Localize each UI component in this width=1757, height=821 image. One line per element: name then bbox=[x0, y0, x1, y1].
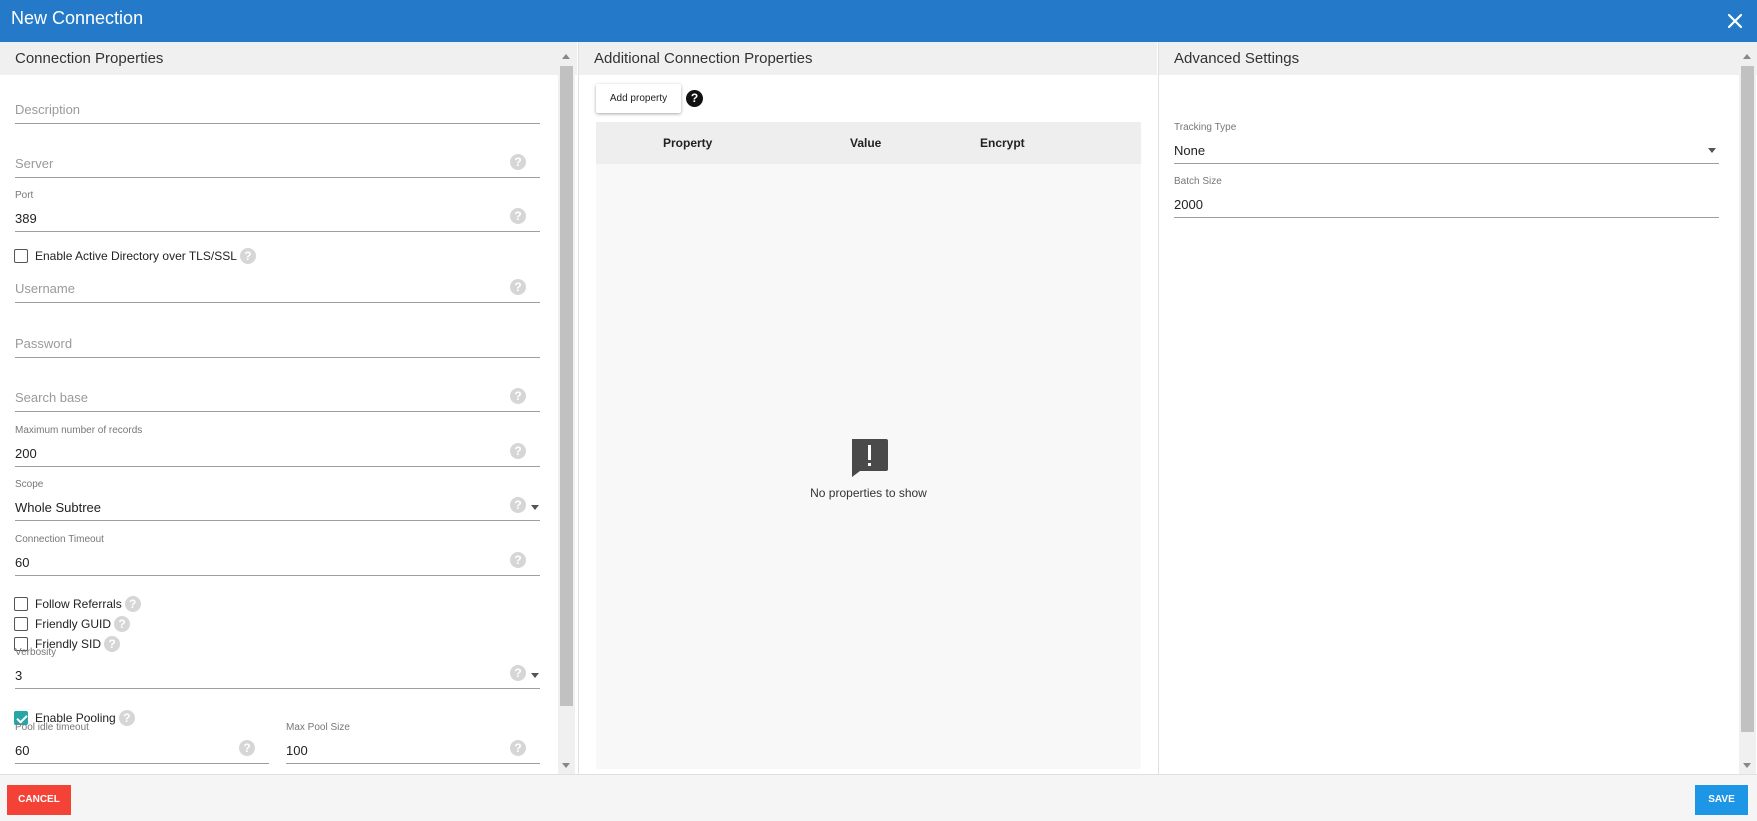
checkbox-box[interactable] bbox=[14, 617, 28, 631]
add-property-button[interactable]: Add property bbox=[596, 84, 681, 113]
window-title: New Connection bbox=[11, 8, 144, 28]
panel-header: Advanced Settings bbox=[1159, 42, 1757, 75]
help-icon[interactable]: ? bbox=[118, 710, 135, 726]
max-records-field[interactable]: Maximum number of records 200 ? bbox=[15, 425, 540, 467]
batch-size-field[interactable]: Batch Size 2000 bbox=[1174, 176, 1719, 218]
panel-header: Connection Properties bbox=[0, 42, 577, 75]
title-bar: New Connection bbox=[0, 0, 1757, 42]
scroll-up-icon[interactable] bbox=[1743, 54, 1751, 59]
friendly-guid-label: Friendly GUID bbox=[35, 617, 112, 631]
search-base-placeholder: Search base bbox=[15, 390, 88, 405]
connection-timeout-label: Connection Timeout bbox=[15, 534, 104, 545]
search-base-field[interactable]: Search base ? bbox=[15, 384, 540, 412]
scrollbar-thumb[interactable] bbox=[1741, 66, 1754, 732]
cancel-button[interactable]: CANCEL bbox=[7, 785, 71, 815]
port-field[interactable]: Port 389 ? bbox=[15, 190, 540, 232]
help-icon[interactable]: ? bbox=[239, 740, 255, 756]
additional-properties-panel: Additional Connection Properties Add pro… bbox=[578, 42, 1157, 774]
alert-message-icon bbox=[851, 439, 888, 477]
chevron-down-icon[interactable] bbox=[531, 505, 539, 510]
max-records-value: 200 bbox=[15, 446, 37, 461]
help-icon[interactable]: ? bbox=[510, 443, 526, 459]
password-field[interactable]: Password bbox=[15, 330, 540, 358]
port-value: 389 bbox=[15, 211, 37, 226]
panel-title: Additional Connection Properties bbox=[594, 50, 813, 67]
column-header-property[interactable]: Property bbox=[663, 136, 712, 150]
scope-label: Scope bbox=[15, 479, 44, 490]
batch-size-value: 2000 bbox=[1174, 197, 1203, 212]
pool-idle-timeout-label: Pool idle timeout bbox=[15, 722, 89, 733]
help-icon[interactable]: ? bbox=[114, 616, 131, 632]
tracking-type-label: Tracking Type bbox=[1174, 122, 1237, 133]
help-icon[interactable]: ? bbox=[104, 636, 121, 652]
username-field[interactable]: Username ? bbox=[15, 275, 540, 303]
server-field[interactable]: Server ? bbox=[15, 150, 540, 178]
column-header-value[interactable]: Value bbox=[850, 136, 881, 150]
help-icon[interactable]: ? bbox=[686, 90, 703, 107]
server-placeholder: Server bbox=[15, 156, 54, 171]
connection-timeout-field[interactable]: Connection Timeout 60 ? bbox=[15, 534, 540, 576]
scope-select[interactable]: Scope Whole Subtree ? bbox=[15, 479, 540, 521]
max-records-label: Maximum number of records bbox=[15, 425, 143, 436]
max-pool-size-value: 100 bbox=[286, 743, 308, 758]
batch-size-label: Batch Size bbox=[1174, 176, 1222, 187]
scroll-up-icon[interactable] bbox=[562, 54, 570, 59]
close-icon[interactable] bbox=[1723, 9, 1747, 33]
scope-value: Whole Subtree bbox=[15, 500, 101, 515]
connection-timeout-value: 60 bbox=[15, 555, 30, 570]
connection-properties-panel: Connection Properties Description Server… bbox=[0, 42, 577, 774]
properties-table: Property Value Encrypt No properties to … bbox=[596, 122, 1141, 769]
port-label: Port bbox=[15, 190, 34, 201]
help-icon[interactable]: ? bbox=[510, 279, 526, 295]
description-placeholder: Description bbox=[15, 102, 81, 117]
panel-header: Additional Connection Properties bbox=[579, 42, 1157, 75]
right-scrollbar[interactable] bbox=[1739, 42, 1756, 774]
max-pool-size-field[interactable]: Max Pool Size 100 ? bbox=[286, 722, 540, 764]
tracking-type-value: None bbox=[1174, 143, 1206, 158]
chevron-down-icon[interactable] bbox=[531, 673, 539, 678]
chevron-down-icon[interactable] bbox=[1708, 148, 1716, 153]
scroll-down-icon[interactable] bbox=[562, 763, 570, 768]
scrollbar-thumb[interactable] bbox=[560, 66, 573, 706]
follow-referrals-label: Follow Referrals bbox=[35, 597, 122, 611]
max-pool-size-label: Max Pool Size bbox=[286, 722, 350, 733]
pool-idle-timeout-value: 60 bbox=[15, 743, 30, 758]
tracking-type-select[interactable]: Tracking Type None bbox=[1174, 122, 1719, 164]
empty-state-text: No properties to show bbox=[810, 486, 927, 500]
enable-ad-tls-label: Enable Active Directory over TLS/SSL bbox=[35, 249, 237, 263]
checkbox-box[interactable] bbox=[14, 597, 28, 611]
verbosity-label: Verbosity bbox=[15, 647, 57, 658]
advanced-settings-panel: Advanced Settings Tracking Type None Bat… bbox=[1158, 42, 1757, 774]
empty-state: No properties to show bbox=[596, 437, 1141, 500]
column-header-encrypt[interactable]: Encrypt bbox=[980, 136, 1025, 150]
help-icon[interactable]: ? bbox=[510, 208, 526, 224]
help-icon[interactable]: ? bbox=[124, 596, 141, 612]
follow-referrals-checkbox[interactable]: Follow Referrals ? bbox=[14, 596, 141, 612]
description-field[interactable]: Description bbox=[15, 96, 540, 124]
scroll-down-icon[interactable] bbox=[1743, 763, 1751, 768]
panel-title: Connection Properties bbox=[15, 50, 164, 67]
help-icon[interactable]: ? bbox=[510, 665, 526, 681]
left-scrollbar[interactable] bbox=[558, 42, 575, 774]
dialog-footer: CANCEL SAVE bbox=[0, 774, 1757, 821]
checkbox-box[interactable] bbox=[14, 249, 28, 263]
help-icon[interactable]: ? bbox=[510, 552, 526, 568]
panel-title: Advanced Settings bbox=[1174, 50, 1300, 67]
username-placeholder: Username bbox=[15, 281, 75, 296]
save-button[interactable]: SAVE bbox=[1695, 785, 1748, 815]
pool-idle-timeout-field[interactable]: Pool idle timeout 60 ? bbox=[15, 722, 269, 764]
help-icon[interactable]: ? bbox=[510, 154, 526, 170]
help-icon[interactable]: ? bbox=[239, 248, 256, 264]
enable-ad-tls-checkbox[interactable]: Enable Active Directory over TLS/SSL ? bbox=[14, 248, 256, 264]
verbosity-select[interactable]: Verbosity 3 ? bbox=[15, 647, 540, 689]
verbosity-value: 3 bbox=[15, 668, 23, 683]
password-placeholder: Password bbox=[15, 336, 73, 351]
help-icon[interactable]: ? bbox=[510, 497, 526, 513]
help-icon[interactable]: ? bbox=[510, 740, 526, 756]
help-icon[interactable]: ? bbox=[510, 388, 526, 404]
table-header: Property Value Encrypt bbox=[596, 122, 1141, 164]
friendly-guid-checkbox[interactable]: Friendly GUID ? bbox=[14, 616, 131, 632]
